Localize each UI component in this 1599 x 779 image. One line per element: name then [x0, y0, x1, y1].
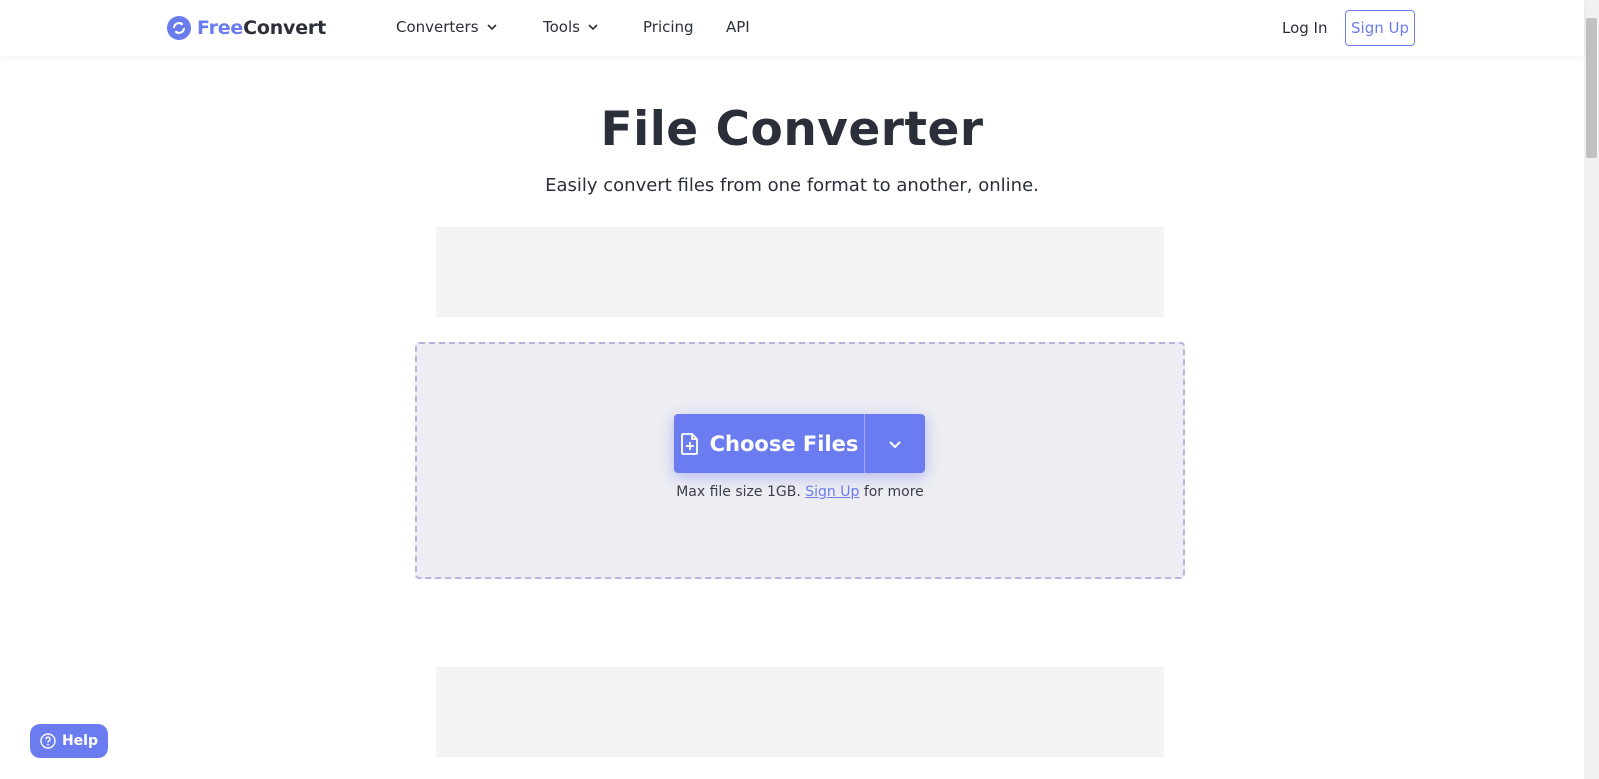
max-size-text: Max file size 1GB.	[676, 484, 801, 500]
ad-placeholder-top	[436, 227, 1164, 317]
chevron-down-icon	[486, 24, 497, 31]
page-title: File Converter	[600, 102, 984, 157]
logo-text: FreeConvert	[197, 17, 326, 39]
page-scrollbar[interactable]	[1584, 0, 1599, 779]
for-more-text: for more	[863, 484, 924, 500]
nav-api[interactable]: API	[726, 18, 750, 36]
choose-files-main[interactable]: Choose Files	[674, 414, 864, 473]
help-button[interactable]: Help	[30, 724, 108, 758]
chevron-down-icon	[889, 440, 901, 448]
nav-api-label: API	[726, 18, 750, 36]
page-subtitle: Easily convert files from one format to …	[545, 175, 1039, 196]
help-circle-icon	[40, 733, 56, 749]
nav-tools-label: Tools	[543, 18, 580, 36]
nav-converters-label: Converters	[396, 18, 479, 36]
signup-inline-link[interactable]: Sign Up	[805, 484, 859, 500]
freeconvert-logo[interactable]: FreeConvert	[167, 16, 326, 40]
nav-pricing[interactable]: Pricing	[643, 18, 694, 36]
top-navbar: FreeConvert Converters Tools Pricing API…	[0, 0, 1584, 56]
choose-files-button[interactable]: Choose Files	[674, 414, 925, 473]
chevron-down-icon	[588, 24, 598, 31]
nav-pricing-label: Pricing	[643, 18, 694, 36]
scrollbar-thumb[interactable]	[1586, 18, 1597, 158]
ad-placeholder-bottom	[436, 667, 1164, 757]
signup-button[interactable]: Sign Up	[1345, 10, 1415, 46]
nav-converters[interactable]: Converters	[396, 18, 499, 36]
nav-tools[interactable]: Tools	[543, 18, 600, 36]
login-link[interactable]: Log In	[1282, 19, 1328, 37]
upload-source-dropdown[interactable]	[865, 414, 925, 473]
file-add-icon	[680, 432, 698, 455]
choose-files-label: Choose Files	[709, 431, 859, 456]
logo-sync-icon	[167, 16, 191, 40]
help-label: Help	[61, 733, 99, 749]
max-file-size-note: Max file size 1GB. Sign Up for more	[0, 484, 1599, 500]
